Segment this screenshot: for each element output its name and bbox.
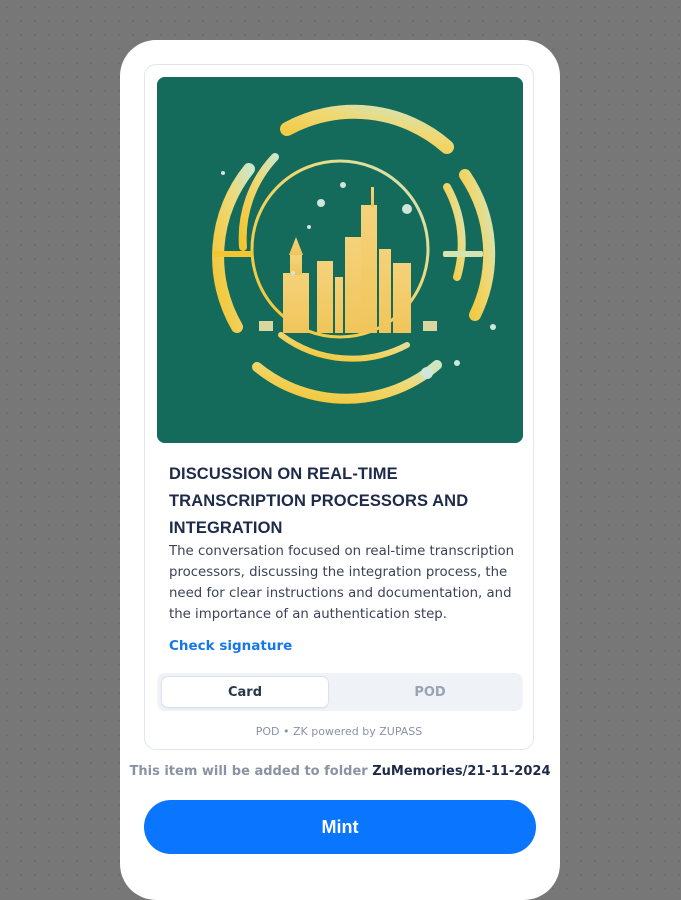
mint-modal: DISCUSSION ON REAL-TIME TRANSCRIPTION PR… bbox=[120, 40, 560, 900]
view-toggle: Card POD bbox=[157, 673, 523, 711]
card-image bbox=[157, 77, 523, 443]
tab-pod[interactable]: POD bbox=[347, 677, 513, 707]
city-skyline-emblem-image bbox=[157, 77, 523, 443]
pod-card: DISCUSSION ON REAL-TIME TRANSCRIPTION PR… bbox=[144, 64, 534, 750]
folder-notice: This item will be added to folder ZuMemo… bbox=[120, 764, 560, 779]
powered-by-footer: POD • ZK powered by ZUPASS bbox=[255, 725, 423, 738]
tab-card[interactable]: Card bbox=[162, 677, 328, 707]
mint-button[interactable]: Mint bbox=[144, 800, 536, 854]
card-description: The conversation focused on real-time tr… bbox=[169, 544, 515, 622]
check-signature-link[interactable]: Check signature bbox=[169, 638, 292, 654]
folder-notice-prefix: This item will be added to folder bbox=[129, 764, 368, 779]
folder-path: ZuMemories/21-11-2024 bbox=[372, 764, 551, 779]
card-title: DISCUSSION ON REAL-TIME TRANSCRIPTION PR… bbox=[169, 465, 469, 537]
